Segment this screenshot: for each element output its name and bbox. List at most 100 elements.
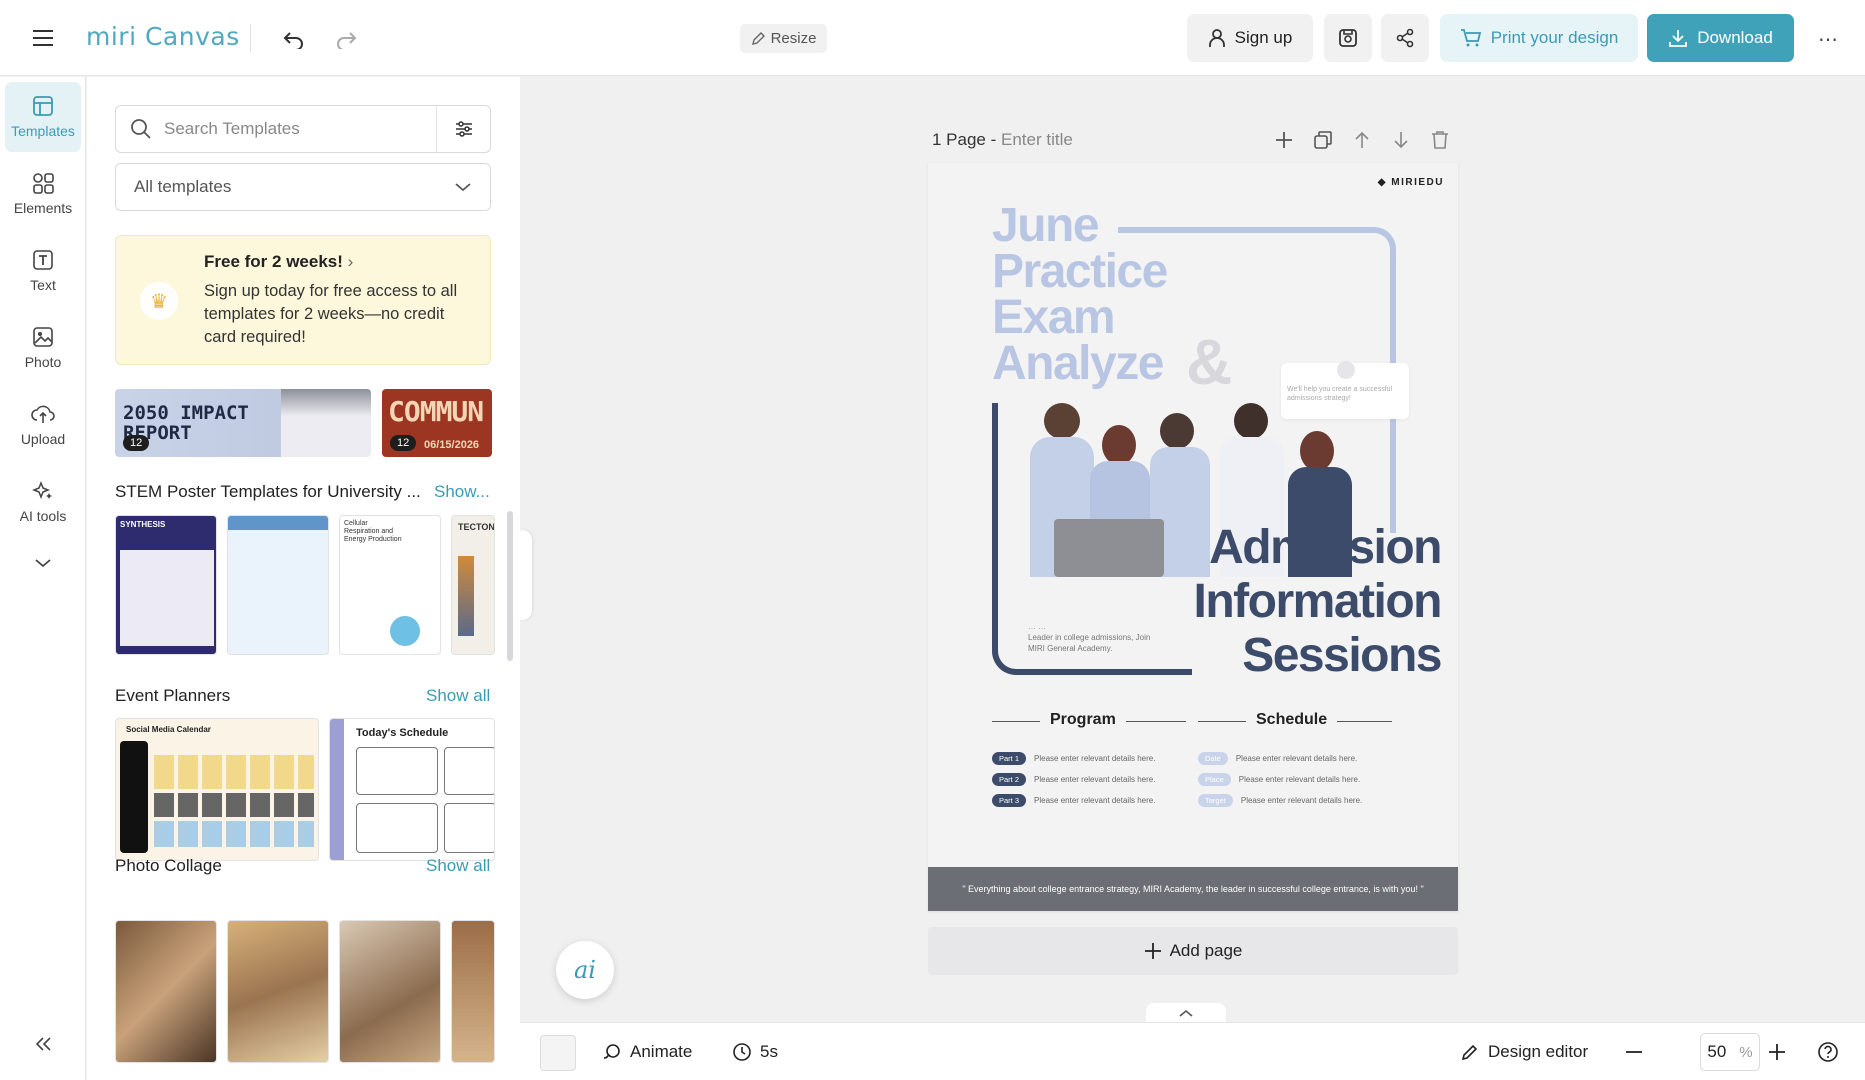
user-icon (1208, 29, 1225, 47)
rail-ai-tools[interactable]: AI tools (5, 467, 81, 537)
animate-button[interactable]: Animate (602, 1023, 692, 1080)
ai-assistant-label: ai (574, 956, 596, 984)
free-trial-promo[interactable]: ♛ Free for 2 weeks! › Sign up today for … (115, 235, 491, 365)
add-page-button[interactable]: Add page (928, 927, 1458, 975)
pages-drawer-toggle[interactable] (1146, 1003, 1226, 1023)
schedule-heading: Schedule (1246, 711, 1338, 729)
show-all-event-planners[interactable]: Show all (426, 686, 490, 706)
resize-button[interactable]: Resize (740, 24, 827, 53)
print-design-button[interactable]: Print your design (1440, 14, 1638, 62)
stem-template-4[interactable]: TECTON (451, 515, 495, 655)
poster-brand: ◆ MIRIEDU (1377, 177, 1444, 188)
zoom-in-icon[interactable] (1763, 1038, 1791, 1066)
more-options-icon[interactable]: ⋯ (1815, 26, 1841, 52)
rail-upload-label: Upload (20, 431, 66, 447)
rail-photo[interactable]: Photo (5, 313, 81, 383)
rail-elements-label: Elements (13, 200, 73, 216)
panel-scrollbar[interactable] (507, 511, 513, 661)
chevron-up-icon (1179, 1009, 1193, 1017)
undo-icon[interactable] (278, 24, 310, 54)
thumb-title: Cellular Respiration and Energy Producti… (344, 520, 402, 543)
page-count-badge: 12 (390, 435, 417, 451)
sign-up-label: Sign up (1234, 28, 1293, 47)
search-box (115, 105, 491, 153)
search-input[interactable] (164, 119, 414, 139)
collapse-panel-icon[interactable] (28, 1029, 58, 1059)
bubble-avatar (1337, 361, 1355, 379)
collage-template-4[interactable] (451, 920, 495, 1063)
template-category-select[interactable]: All templates (115, 163, 491, 211)
schedule-row: Date Please enter relevant details here. (1198, 752, 1398, 765)
duplicate-page-icon[interactable] (1309, 126, 1337, 154)
panel-resize-handle[interactable] (518, 530, 532, 620)
poster-headline: Admission Information Sessions (1098, 521, 1443, 683)
template-banner-impact-report[interactable]: 2050 IMPACT REPORT 12 (115, 389, 371, 457)
poster-title-line: Exam (992, 291, 1116, 344)
app-logo[interactable]: miri Canvas (86, 22, 240, 51)
rail-templates[interactable]: Templates (5, 82, 81, 152)
show-all-photo-collage[interactable]: Show all (426, 856, 490, 876)
rail-photo-label: Photo (24, 354, 62, 370)
design-page[interactable]: ◆ MIRIEDU June Practice Exam Analyze & W… (928, 163, 1458, 911)
share-button[interactable] (1381, 14, 1429, 62)
chevron-down-icon (455, 183, 471, 192)
zoom-value: 50 (1707, 1042, 1727, 1061)
zoom-out-icon[interactable] (1620, 1038, 1648, 1066)
section-title-stem: STEM Poster Templates for University ... (115, 482, 421, 501)
animate-icon (603, 1044, 620, 1059)
add-page-icon[interactable] (1270, 126, 1298, 154)
bottom-bar: Animate 5s Design editor 50 % (520, 1022, 1865, 1080)
resize-label: Resize (770, 30, 817, 47)
hamburger-menu-icon[interactable] (28, 25, 58, 51)
banner-text: COMMUN (388, 395, 484, 428)
page-title-input[interactable]: Enter title (1001, 130, 1073, 149)
template-banner-community[interactable]: COMMUN 06/15/2026 12 (382, 389, 492, 457)
add-page-label: Add page (1169, 941, 1243, 960)
rail-ai-tools-label: AI tools (19, 508, 67, 524)
page-label: 1 Page - (932, 130, 1001, 149)
poster-footer-quote: " Everything about college entrance stra… (928, 867, 1458, 911)
rail-upload[interactable]: Upload (5, 390, 81, 460)
duration-button[interactable]: 5s (732, 1023, 778, 1080)
stem-template-1[interactable]: SYNTHESIS (115, 515, 217, 655)
collage-template-2[interactable] (227, 920, 329, 1063)
stem-template-2[interactable] (227, 515, 329, 655)
page-count-badge: 12 (123, 435, 150, 451)
zoom-input[interactable]: 50 % (1700, 1033, 1760, 1071)
move-page-down-icon[interactable] (1387, 126, 1415, 154)
ai-assistant-button[interactable]: ai (556, 941, 614, 999)
pencil-icon (751, 31, 765, 45)
delete-page-icon[interactable] (1426, 126, 1454, 154)
bubble-text: We'll help you create a successful admis… (1287, 386, 1393, 402)
filter-button[interactable] (436, 106, 490, 152)
zoom-unit: % (1739, 1043, 1753, 1061)
collage-template-1[interactable] (115, 920, 217, 1063)
share-icon (1396, 28, 1414, 48)
show-all-stem[interactable]: Show... (434, 482, 490, 502)
program-row: Part 1 Please enter relevant details here… (992, 752, 1192, 765)
save-button[interactable] (1324, 14, 1372, 62)
thumb-title: Today's Schedule (356, 727, 449, 739)
poster-title: June Practice Exam Analyze (992, 202, 1168, 390)
redo-icon[interactable] (330, 24, 362, 54)
move-page-up-icon[interactable] (1348, 126, 1376, 154)
plus-icon (1144, 943, 1161, 959)
program-row: Part 3 Please enter relevant details here… (992, 794, 1192, 807)
sign-up-button[interactable]: Sign up (1187, 14, 1313, 62)
event-template-schedule[interactable]: Today's Schedule (329, 718, 495, 861)
print-design-label: Print your design (1490, 28, 1619, 47)
rail-elements[interactable]: Elements (5, 159, 81, 229)
rail-expand-chevron-icon[interactable] (28, 551, 58, 575)
design-editor-button[interactable]: Design editor (1460, 1023, 1588, 1080)
program-list: Part 1 Please enter relevant details here… (992, 752, 1192, 807)
poster-title-line: Analyze (992, 337, 1164, 390)
divider (250, 24, 251, 52)
collage-template-3[interactable] (339, 920, 441, 1063)
help-icon[interactable] (1814, 1038, 1842, 1066)
download-button[interactable]: Download (1647, 14, 1794, 62)
stem-template-3[interactable]: Cellular Respiration and Energy Producti… (339, 515, 441, 655)
event-template-calendar[interactable]: Social Media Calendar (115, 718, 319, 861)
thumb-title: SYNTHESIS (120, 520, 166, 529)
background-color-swatch[interactable] (540, 1035, 576, 1071)
rail-text[interactable]: Text (5, 236, 81, 306)
